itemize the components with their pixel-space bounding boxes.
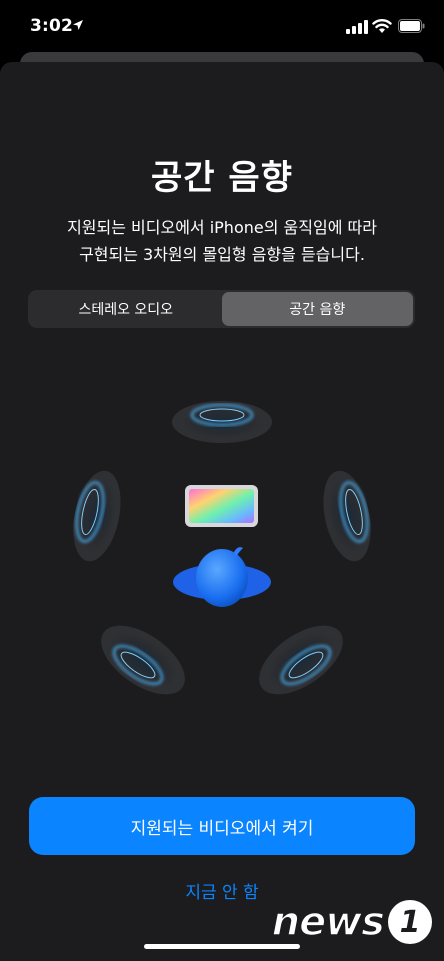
wifi-icon <box>372 19 392 33</box>
audio-mode-segmented-control[interactable]: 스테레오 오디오 공간 음향 <box>28 290 415 328</box>
status-bar: 3:02 <box>0 0 444 56</box>
news1-watermark-logo: news 1 <box>271 894 432 950</box>
battery-icon <box>398 19 425 33</box>
enable-for-supported-videos-button[interactable]: 지원되는 비디오에서 켜기 <box>29 797 415 855</box>
rear-left-speaker-icon <box>101 625 185 695</box>
cellular-signal-icon <box>346 20 368 34</box>
left-speaker-icon <box>73 470 121 562</box>
segment-spatial-audio[interactable]: 공간 음향 <box>221 292 413 326</box>
right-speaker-icon <box>323 470 371 562</box>
watermark-badge: 1 <box>388 900 432 944</box>
top-speaker-icon <box>172 401 272 443</box>
description: 지원되는 비디오에서 iPhone의 움직임에 따라 구현되는 3차원의 몰입형… <box>28 214 416 268</box>
home-indicator[interactable] <box>144 944 300 949</box>
description-line-1: 지원되는 비디오에서 iPhone의 움직임에 따라 <box>67 218 377 237</box>
segment-stereo-audio[interactable]: 스테레오 오디오 <box>30 292 222 326</box>
status-time: 3:02 <box>30 16 74 36</box>
listener-head-icon <box>173 547 271 607</box>
page-title: 공간 음향 <box>151 158 293 198</box>
ipad-icon <box>185 485 258 527</box>
description-line-2: 구현되는 3차원의 몰입형 음향을 듣습니다. <box>79 245 365 264</box>
location-arrow-icon <box>73 20 83 30</box>
watermark-text: news <box>271 898 386 946</box>
rear-right-speaker-icon <box>259 625 343 695</box>
screen: 3:02 공간 음향 지원되는 비디오에서 iPhone의 움직임에 따라 구현… <box>0 0 444 961</box>
spatial-audio-illustration <box>73 401 371 695</box>
